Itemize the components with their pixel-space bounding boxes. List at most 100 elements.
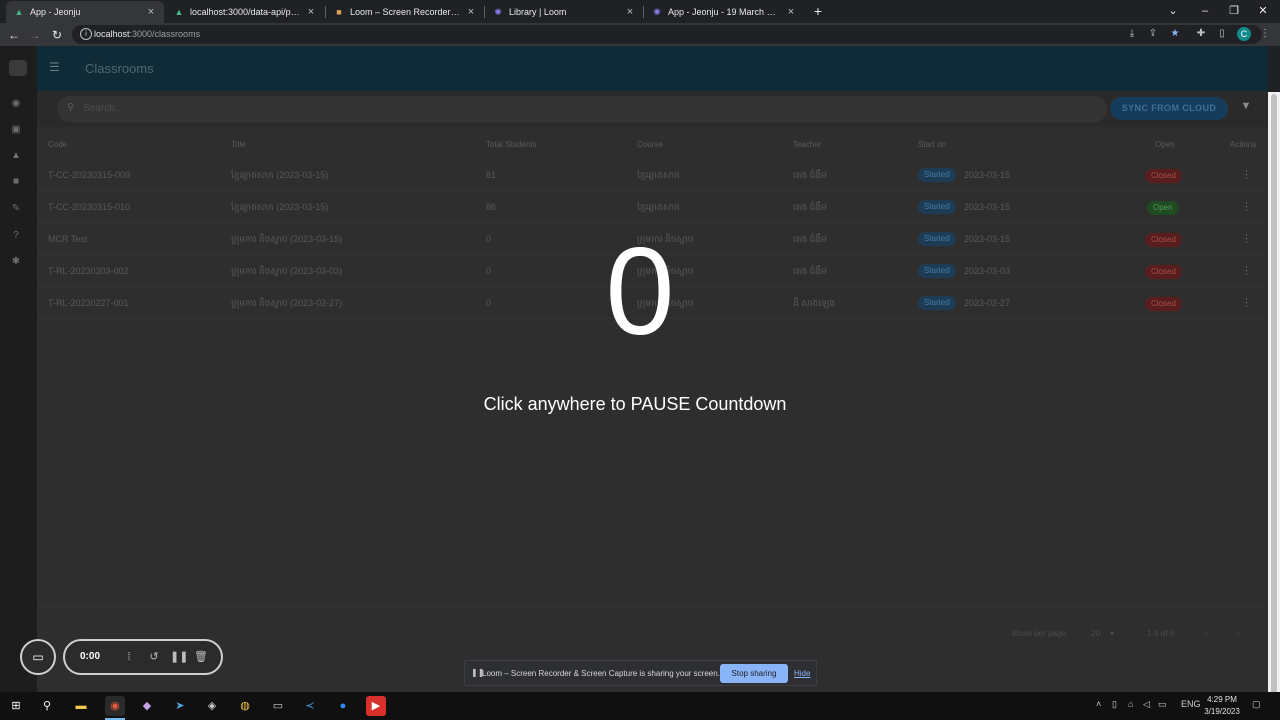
pause-icon[interactable]: ❚❚ <box>170 649 188 665</box>
close-icon[interactable]: × <box>625 6 635 18</box>
side-panel-icon[interactable]: ▯ <box>1215 26 1229 42</box>
close-window-button[interactable]: ✕ <box>1248 2 1278 20</box>
rows-per-page-select[interactable]: 20 <box>1091 629 1100 638</box>
app-icon[interactable]: ◈ <box>202 696 222 716</box>
language-indicator[interactable]: ENG <box>1181 699 1201 709</box>
new-tab-button[interactable]: + <box>810 3 826 19</box>
restart-icon[interactable]: ↺ <box>147 649 161 665</box>
scrollbar-thumb[interactable] <box>1271 94 1277 720</box>
prev-page-icon[interactable]: ‹ <box>1205 629 1208 638</box>
screen-share-notice: ❚❚ Loom – Screen Recorder & Screen Captu… <box>464 660 817 686</box>
open-badge-closed[interactable]: Closed <box>1145 265 1182 279</box>
stop-sharing-button[interactable]: Stop sharing <box>720 664 788 683</box>
search-row: ⚲ Search... SYNC FROM CLOUD ▼ <box>37 91 1268 127</box>
app-icon[interactable]: ▶ <box>366 696 386 716</box>
close-icon[interactable]: × <box>306 6 316 18</box>
search-input[interactable]: ⚲ Search... <box>57 96 1107 122</box>
zoom-icon[interactable]: ● <box>333 696 353 716</box>
classroom-icon[interactable]: ■ <box>10 176 22 188</box>
table-row[interactable]: T-CC-20230315-009 ខ្មែរឆ្លាតសាក (2023-03… <box>37 159 1268 191</box>
help-icon[interactable]: ? <box>10 230 22 242</box>
bookmark-star-icon[interactable]: ★ <box>1168 26 1182 42</box>
column-header-total-students[interactable]: Total Students <box>486 140 537 149</box>
column-header-title[interactable]: Title <box>231 140 246 149</box>
row-actions-kebab-icon[interactable]: ⋮ <box>1241 296 1252 309</box>
close-icon[interactable]: × <box>466 6 476 18</box>
restore-button[interactable]: ❐ <box>1219 2 1249 20</box>
tab-search-chevron-icon[interactable]: ⌄ <box>1158 2 1188 20</box>
cell-teacher: គេង ជំងឺម <box>793 170 827 180</box>
reload-icon[interactable]: ↻ <box>48 26 66 44</box>
file-explorer-icon[interactable]: ▬ <box>71 696 91 716</box>
dashboard-icon[interactable]: ◉ <box>10 98 22 110</box>
close-icon[interactable]: × <box>146 6 156 18</box>
settings-gear-icon[interactable]: ✱ <box>10 256 22 268</box>
search-icon[interactable]: ⚲ <box>37 696 57 716</box>
close-icon[interactable]: × <box>786 6 796 18</box>
table-row[interactable]: T-CC-20230315-010 ខ្មែរឆ្លាតសាក (2023-03… <box>37 191 1268 223</box>
app-logo-icon <box>9 60 27 76</box>
loom-icon: ✺ <box>653 6 661 17</box>
page-title: Classrooms <box>85 61 154 76</box>
app-icon[interactable]: ◆ <box>137 696 157 716</box>
tab-data-api[interactable]: ▲ localhost:3000/data-api/publish- × <box>166 1 324 23</box>
edit-icon[interactable]: ✎ <box>10 203 22 215</box>
keyboard-icon[interactable]: ▭ <box>1158 699 1167 710</box>
row-actions-kebab-icon[interactable]: ⋮ <box>1241 168 1252 181</box>
image-icon[interactable]: ▣ <box>10 124 22 136</box>
column-header-open[interactable]: Open <box>1155 140 1175 149</box>
windows-start-icon[interactable]: ⊞ <box>6 696 26 716</box>
cell-title: ខ្មែរឆ្លាតសាក (2023-03-15) <box>231 170 329 180</box>
network-icon[interactable]: ⌂ <box>1128 699 1133 709</box>
back-arrow-icon[interactable]: ← <box>5 26 23 44</box>
column-header-course[interactable]: Course <box>637 140 663 149</box>
loom-camera-button[interactable]: ▭ <box>20 639 56 675</box>
tab-loom-recorder[interactable]: ■ Loom – Screen Recorder & Scree × <box>326 1 484 23</box>
hamburger-menu-icon[interactable]: ☰ <box>49 61 63 73</box>
row-actions-kebab-icon[interactable]: ⋮ <box>1241 232 1252 245</box>
tray-chevron-icon[interactable]: ˄ <box>1096 699 1101 709</box>
column-header-code[interactable]: Code <box>48 140 67 149</box>
install-app-icon[interactable]: ⤓ <box>1125 26 1139 42</box>
browser-menu-icon[interactable]: ⋮ <box>1258 26 1272 42</box>
open-badge-closed[interactable]: Closed <box>1145 169 1182 183</box>
cell-teacher: គេង ជំងឺម <box>793 234 827 244</box>
profile-avatar[interactable]: C <box>1237 27 1251 41</box>
chrome-icon[interactable]: ◉ <box>105 696 125 716</box>
notifications-icon[interactable]: ▢ <box>1252 699 1261 710</box>
filter-icon[interactable]: ▼ <box>1240 100 1252 114</box>
site-info-icon[interactable]: i <box>80 28 92 40</box>
graduation-cap-icon[interactable]: ▲ <box>10 150 22 162</box>
system-clock[interactable]: 4:29 PM 3/19/2023 <box>1200 694 1244 718</box>
address-bar[interactable]: i localhost:3000/classrooms <box>72 25 1262 44</box>
telegram-icon[interactable]: ➤ <box>170 696 190 716</box>
battery-icon[interactable]: ▯ <box>1112 699 1117 710</box>
row-actions-kebab-icon[interactable]: ⋮ <box>1241 264 1252 277</box>
row-actions-kebab-icon[interactable]: ⋮ <box>1241 200 1252 213</box>
vscode-icon[interactable]: ≺ <box>300 696 320 716</box>
countdown-hint[interactable]: Click anywhere to PAUSE Countdown <box>430 394 840 415</box>
tab-app-jeonju-march[interactable]: ✺ App - Jeonju - 19 March 2023 × <box>644 1 804 23</box>
column-header-start-on[interactable]: Start on <box>918 140 946 149</box>
share-icon[interactable]: ⇪ <box>1146 26 1160 42</box>
trash-icon[interactable]: 🗑 <box>194 649 208 665</box>
countdown-number[interactable]: 0 <box>560 222 720 362</box>
forward-arrow-icon[interactable]: → <box>26 26 44 44</box>
tab-app-jeonju[interactable]: ▲ App - Jeonju × <box>6 1 164 23</box>
minimize-button[interactable]: – <box>1190 2 1220 20</box>
column-header-teacher[interactable]: Teacher <box>793 140 821 149</box>
volume-icon[interactable]: ◁ <box>1143 699 1150 710</box>
rows-per-page-chevron-icon[interactable]: ▾ <box>1110 629 1114 638</box>
open-badge-open[interactable]: Open <box>1147 201 1179 215</box>
drag-handle-icon[interactable]: ⁞ <box>122 649 136 665</box>
extensions-puzzle-icon[interactable]: ✚ <box>1194 26 1208 42</box>
sync-from-cloud-button[interactable]: SYNC FROM CLOUD <box>1110 97 1228 120</box>
tab-library-loom[interactable]: ✺ Library | Loom × <box>485 1 643 23</box>
page-scrollbar[interactable] <box>1268 92 1280 720</box>
open-badge-closed[interactable]: Closed <box>1145 233 1182 247</box>
open-badge-closed[interactable]: Closed <box>1145 297 1182 311</box>
next-page-icon[interactable]: › <box>1237 629 1240 638</box>
hide-link[interactable]: Hide <box>794 669 810 678</box>
terminal-icon[interactable]: ▭ <box>268 696 288 716</box>
app-icon[interactable]: ◍ <box>235 696 255 716</box>
